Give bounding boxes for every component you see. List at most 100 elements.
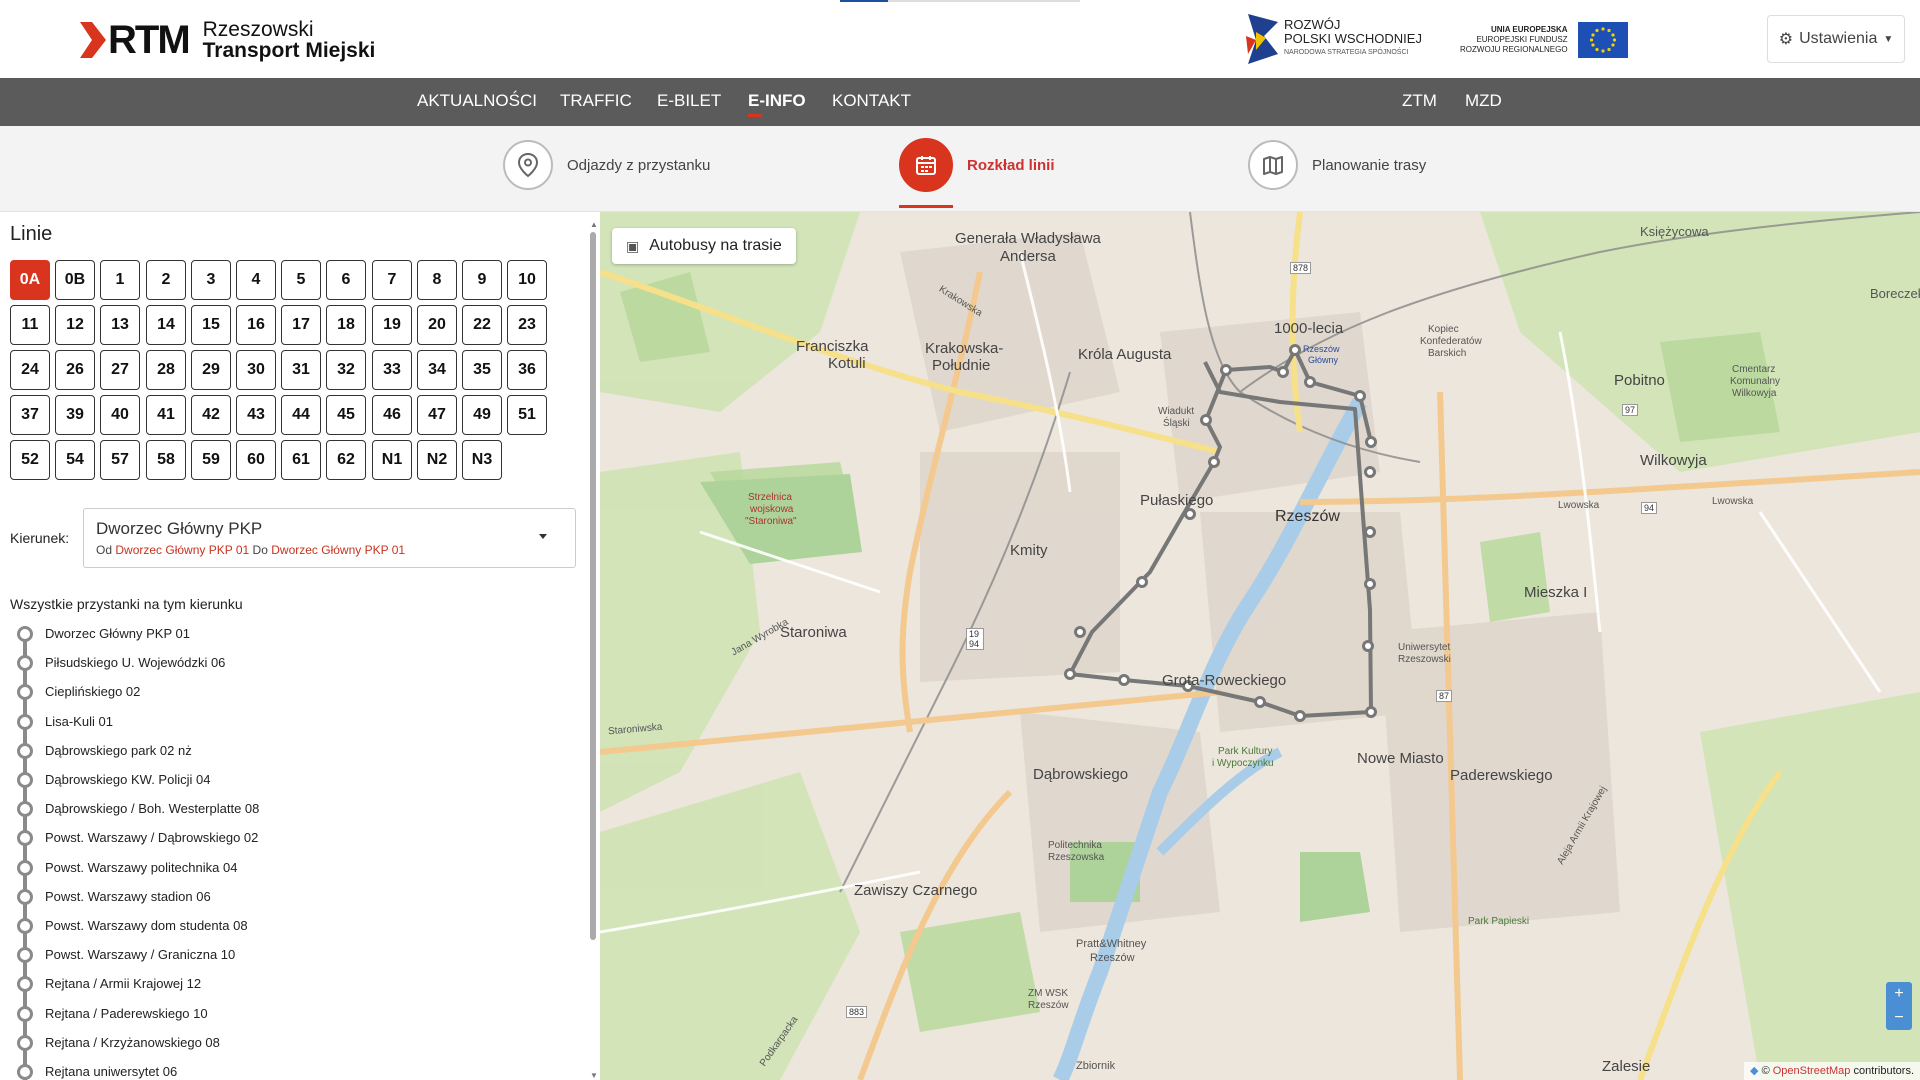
stop-item[interactable]: Dąbrowskiego KW. Policji 04: [0, 764, 580, 793]
stop-item[interactable]: Dworzec Główny PKP 01: [0, 618, 580, 647]
line-button-45[interactable]: 45: [326, 395, 366, 435]
line-button-23[interactable]: 23: [507, 305, 547, 345]
stop-item[interactable]: Piłsudskiego U. Wojewódzki 06: [0, 647, 580, 676]
route-stop-marker[interactable]: [1362, 640, 1374, 652]
line-button-14[interactable]: 14: [146, 305, 186, 345]
nav-item-aktualnosci[interactable]: AKTUALNOŚCI: [417, 78, 537, 126]
line-button-22[interactable]: 22: [462, 305, 502, 345]
line-button-49[interactable]: 49: [462, 395, 502, 435]
line-button-0a[interactable]: 0A: [10, 260, 50, 300]
line-button-42[interactable]: 42: [191, 395, 231, 435]
buses-on-route-button[interactable]: ▣ Autobusy na trasie: [612, 228, 796, 264]
line-button-20[interactable]: 20: [417, 305, 457, 345]
zoom-out-button[interactable]: −: [1886, 1006, 1912, 1030]
line-button-n1[interactable]: N1: [372, 440, 412, 480]
nav-item-ztm[interactable]: ZTM: [1402, 78, 1437, 126]
route-stop-marker[interactable]: [1365, 436, 1377, 448]
stop-item[interactable]: Powst. Warszawy dom studenta 08: [0, 910, 580, 939]
stop-item[interactable]: Rejtana / Armii Krajowej 12: [0, 968, 580, 997]
line-button-11[interactable]: 11: [10, 305, 50, 345]
line-button-9[interactable]: 9: [462, 260, 502, 300]
line-button-n3[interactable]: N3: [462, 440, 502, 480]
route-stop-marker[interactable]: [1074, 626, 1086, 638]
line-button-51[interactable]: 51: [507, 395, 547, 435]
route-stop-marker[interactable]: [1200, 414, 1212, 426]
line-button-2[interactable]: 2: [146, 260, 186, 300]
route-stop-marker[interactable]: [1118, 674, 1130, 686]
line-button-31[interactable]: 31: [281, 350, 321, 390]
mode-planner[interactable]: Planowanie trasy: [1248, 140, 1426, 190]
route-stop-marker[interactable]: [1277, 366, 1289, 378]
line-button-29[interactable]: 29: [191, 350, 231, 390]
route-stop-marker[interactable]: [1365, 706, 1377, 718]
line-button-5[interactable]: 5: [281, 260, 321, 300]
line-button-10[interactable]: 10: [507, 260, 547, 300]
line-button-46[interactable]: 46: [372, 395, 412, 435]
stop-item[interactable]: Dąbrowskiego park 02 nż: [0, 735, 580, 764]
line-button-60[interactable]: 60: [236, 440, 276, 480]
route-stop-marker[interactable]: [1220, 364, 1232, 376]
route-stop-marker[interactable]: [1364, 578, 1376, 590]
settings-button[interactable]: ⚙ Ustawienia ▼: [1767, 15, 1905, 63]
line-button-47[interactable]: 47: [417, 395, 457, 435]
line-button-18[interactable]: 18: [326, 305, 366, 345]
nav-item-mzd[interactable]: MZD: [1465, 78, 1502, 126]
nav-item-e-bilet[interactable]: E-BILET: [657, 78, 721, 126]
line-button-33[interactable]: 33: [372, 350, 412, 390]
line-button-34[interactable]: 34: [417, 350, 457, 390]
line-button-26[interactable]: 26: [55, 350, 95, 390]
route-stop-marker[interactable]: [1354, 390, 1366, 402]
line-button-19[interactable]: 19: [372, 305, 412, 345]
line-button-44[interactable]: 44: [281, 395, 321, 435]
line-button-13[interactable]: 13: [100, 305, 140, 345]
line-button-52[interactable]: 52: [10, 440, 50, 480]
stop-item[interactable]: Powst. Warszawy stadion 06: [0, 881, 580, 910]
line-button-1[interactable]: 1: [100, 260, 140, 300]
line-button-0b[interactable]: 0B: [55, 260, 95, 300]
nav-item-e-info[interactable]: E-INFO: [748, 78, 806, 126]
line-button-28[interactable]: 28: [146, 350, 186, 390]
mode-departures[interactable]: Odjazdy z przystanku: [503, 140, 710, 190]
rtm-logo[interactable]: RTM Rzeszowski Transport Miejski: [80, 18, 375, 62]
line-button-n2[interactable]: N2: [417, 440, 457, 480]
line-button-3[interactable]: 3: [191, 260, 231, 300]
route-stop-marker[interactable]: [1289, 344, 1301, 356]
line-button-7[interactable]: 7: [372, 260, 412, 300]
scroll-up-icon[interactable]: ▲: [590, 220, 598, 229]
mode-schedule[interactable]: Rozkład linii: [899, 138, 1055, 208]
line-button-32[interactable]: 32: [326, 350, 366, 390]
line-button-12[interactable]: 12: [55, 305, 95, 345]
line-button-57[interactable]: 57: [100, 440, 140, 480]
line-button-8[interactable]: 8: [417, 260, 457, 300]
line-button-59[interactable]: 59: [191, 440, 231, 480]
zoom-in-button[interactable]: +: [1886, 982, 1912, 1006]
route-stop-marker[interactable]: [1208, 456, 1220, 468]
osm-link[interactable]: OpenStreetMap: [1773, 1065, 1851, 1077]
route-stop-marker[interactable]: [1184, 508, 1196, 520]
stop-item[interactable]: Rejtana uniwersytet 06: [0, 1056, 580, 1080]
route-stop-marker[interactable]: [1364, 526, 1376, 538]
nav-item-traffic[interactable]: TRAFFIC: [560, 78, 632, 126]
line-button-39[interactable]: 39: [55, 395, 95, 435]
panel-scrollbar[interactable]: ▲ ▼: [589, 220, 598, 1080]
line-button-17[interactable]: 17: [281, 305, 321, 345]
route-stop-marker[interactable]: [1064, 668, 1076, 680]
route-stop-marker[interactable]: [1136, 576, 1148, 588]
line-button-41[interactable]: 41: [146, 395, 186, 435]
line-button-4[interactable]: 4: [236, 260, 276, 300]
line-button-36[interactable]: 36: [507, 350, 547, 390]
line-button-37[interactable]: 37: [10, 395, 50, 435]
line-button-35[interactable]: 35: [462, 350, 502, 390]
line-button-58[interactable]: 58: [146, 440, 186, 480]
scrollbar-thumb[interactable]: [590, 232, 596, 940]
line-button-16[interactable]: 16: [236, 305, 276, 345]
line-button-24[interactable]: 24: [10, 350, 50, 390]
stop-item[interactable]: Cieplińskiego 02: [0, 676, 580, 705]
scroll-down-icon[interactable]: ▼: [590, 1071, 598, 1080]
stop-item[interactable]: Powst. Warszawy / Graniczna 10: [0, 939, 580, 968]
stop-item[interactable]: Rejtana / Paderewskiego 10: [0, 998, 580, 1027]
line-button-61[interactable]: 61: [281, 440, 321, 480]
line-button-15[interactable]: 15: [191, 305, 231, 345]
route-stop-marker[interactable]: [1304, 376, 1316, 388]
line-button-62[interactable]: 62: [326, 440, 366, 480]
